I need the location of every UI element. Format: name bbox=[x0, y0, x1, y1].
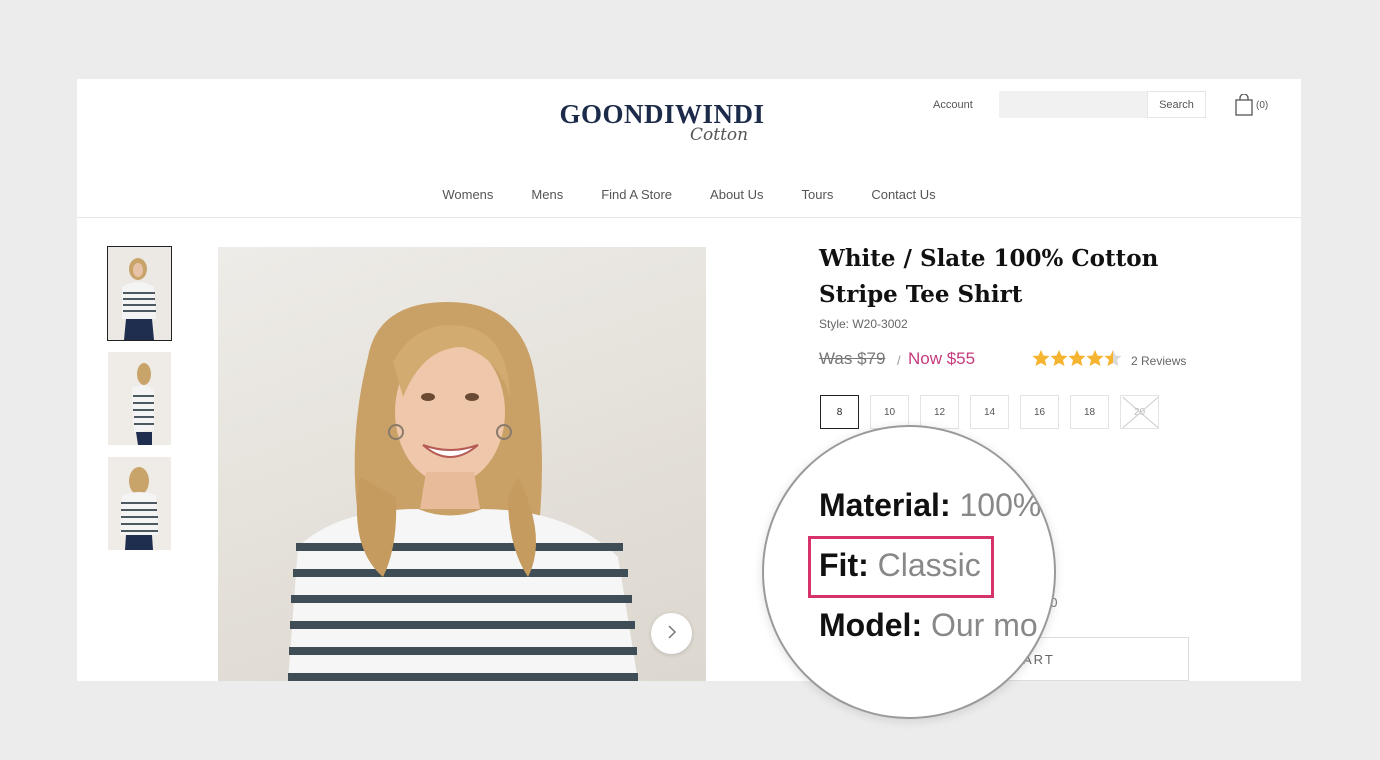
rating-stars bbox=[1032, 349, 1122, 372]
chevron-right-icon bbox=[667, 624, 677, 643]
nav-find-a-store[interactable]: Find A Store bbox=[601, 187, 672, 202]
size-option-16[interactable]: 16 bbox=[1020, 395, 1059, 429]
price-separator: / bbox=[897, 353, 901, 368]
material-row: Material: 100% bbox=[819, 487, 1041, 524]
rating[interactable]: 2 Reviews bbox=[1032, 349, 1186, 372]
size-option-10[interactable]: 10 bbox=[870, 395, 909, 429]
size-option-8[interactable]: 8 bbox=[820, 395, 859, 429]
material-value: 100% bbox=[959, 487, 1042, 523]
nav-womens[interactable]: Womens bbox=[442, 187, 493, 202]
size-option-20[interactable]: 20 bbox=[1120, 395, 1159, 429]
size-selector: 8 10 12 14 16 18 20 bbox=[820, 395, 1159, 429]
size-option-14[interactable]: 14 bbox=[970, 395, 1009, 429]
product-main-image[interactable] bbox=[218, 247, 706, 681]
logo-script: Cotton bbox=[690, 125, 749, 145]
main-nav: Womens Mens Find A Store About Us Tours … bbox=[77, 187, 1301, 202]
model-value: Our mo bbox=[930, 607, 1038, 643]
thumbnail-back[interactable] bbox=[108, 457, 171, 550]
search-button[interactable]: Search bbox=[1147, 91, 1206, 118]
star-half-icon bbox=[1104, 349, 1122, 372]
thumbnail-front[interactable] bbox=[107, 246, 172, 341]
nav-about-us[interactable]: About Us bbox=[710, 187, 763, 202]
account-link[interactable]: Account bbox=[933, 99, 973, 111]
star-full-icon bbox=[1068, 349, 1086, 372]
style-code: Style: W20-3002 bbox=[819, 317, 908, 331]
star-full-icon bbox=[1032, 349, 1050, 372]
fit-highlight-box bbox=[808, 536, 994, 598]
nav-mens[interactable]: Mens bbox=[531, 187, 563, 202]
header-divider bbox=[77, 217, 1301, 218]
product-title: White / Slate 100% Cotton Stripe Tee Shi… bbox=[819, 245, 1159, 308]
thumbnail-side[interactable] bbox=[108, 352, 171, 445]
star-full-icon bbox=[1050, 349, 1068, 372]
magnifier-callout: Material: 100% Fit: Classic Model: Our m… bbox=[762, 425, 1056, 719]
next-image-button[interactable] bbox=[651, 613, 692, 654]
model-label: Model: bbox=[819, 607, 923, 643]
search-input[interactable] bbox=[999, 91, 1147, 118]
brand-logo[interactable]: GOONDIWINDI Cotton bbox=[557, 99, 767, 149]
model-row: Model: Our mo bbox=[819, 607, 1038, 644]
shopping-bag-icon bbox=[1235, 94, 1253, 116]
nav-contact-us[interactable]: Contact Us bbox=[871, 187, 935, 202]
cart-link[interactable]: (0) bbox=[1235, 94, 1268, 116]
material-label: Material: bbox=[819, 487, 951, 523]
price-now: Now $55 bbox=[908, 349, 976, 368]
reviews-link[interactable]: 2 Reviews bbox=[1131, 354, 1186, 368]
star-full-icon bbox=[1086, 349, 1104, 372]
product-page: GOONDIWINDI Cotton Account Search (0) Wo… bbox=[77, 79, 1301, 681]
price-was: Was $79 bbox=[819, 349, 886, 368]
size-option-12[interactable]: 12 bbox=[920, 395, 959, 429]
nav-tours[interactable]: Tours bbox=[802, 187, 834, 202]
cart-count: (0) bbox=[1256, 99, 1269, 111]
size-option-18[interactable]: 18 bbox=[1070, 395, 1109, 429]
